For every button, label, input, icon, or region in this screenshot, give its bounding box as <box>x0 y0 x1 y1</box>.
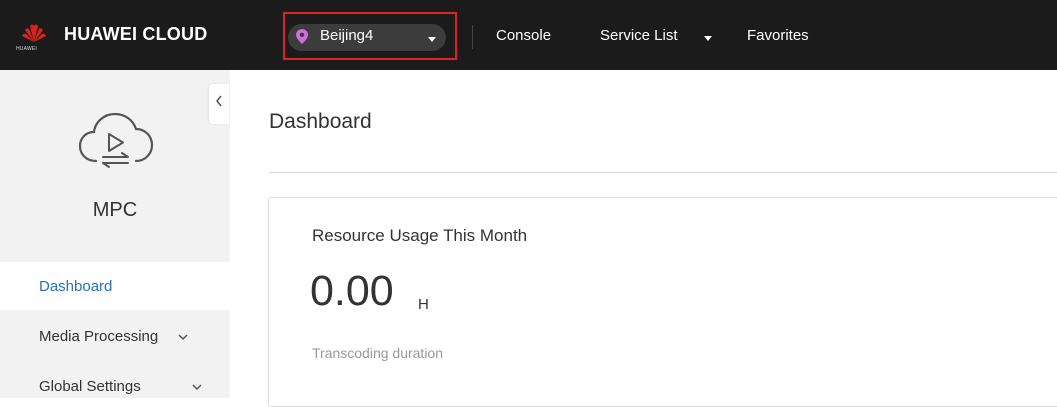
nav-console-link[interactable]: Console <box>496 27 551 44</box>
service-list-caret-icon <box>704 36 712 41</box>
location-pin-icon <box>296 29 308 44</box>
page-title: Dashboard <box>269 110 372 133</box>
service-name: MPC <box>92 199 138 221</box>
logo-wordmark: HUAWEI <box>16 46 38 52</box>
title-divider <box>269 172 1057 173</box>
brand-title[interactable]: HUAWEI CLOUD <box>64 24 207 45</box>
card-title: Resource Usage This Month <box>312 226 528 245</box>
region-dropdown-caret-icon <box>428 37 436 42</box>
chevron-left-icon <box>216 95 222 107</box>
sidebar-item-dashboard[interactable]: Dashboard <box>39 278 112 295</box>
usage-caption: Transcoding duration <box>312 345 444 361</box>
nav-favorites-link[interactable]: Favorites <box>747 27 809 44</box>
active-menu-highlight <box>0 262 230 310</box>
usage-value: 0.00 <box>310 267 394 315</box>
nav-service-list-menu[interactable]: Service List <box>600 27 678 44</box>
sidebar-item-media-processing[interactable]: Media Processing <box>39 328 158 345</box>
region-label: Beijing4 <box>320 27 374 44</box>
cloud-media-icon <box>78 112 154 168</box>
usage-unit: H <box>418 296 429 313</box>
top-navigation-bar: HUAWEI HUAWEI CLOUD Beijing4 Console Ser… <box>0 0 1057 70</box>
chevron-down-icon <box>192 384 202 391</box>
sidebar-item-global-settings[interactable]: Global Settings <box>39 378 141 395</box>
chevron-down-icon <box>178 334 188 341</box>
nav-separator <box>472 25 473 49</box>
